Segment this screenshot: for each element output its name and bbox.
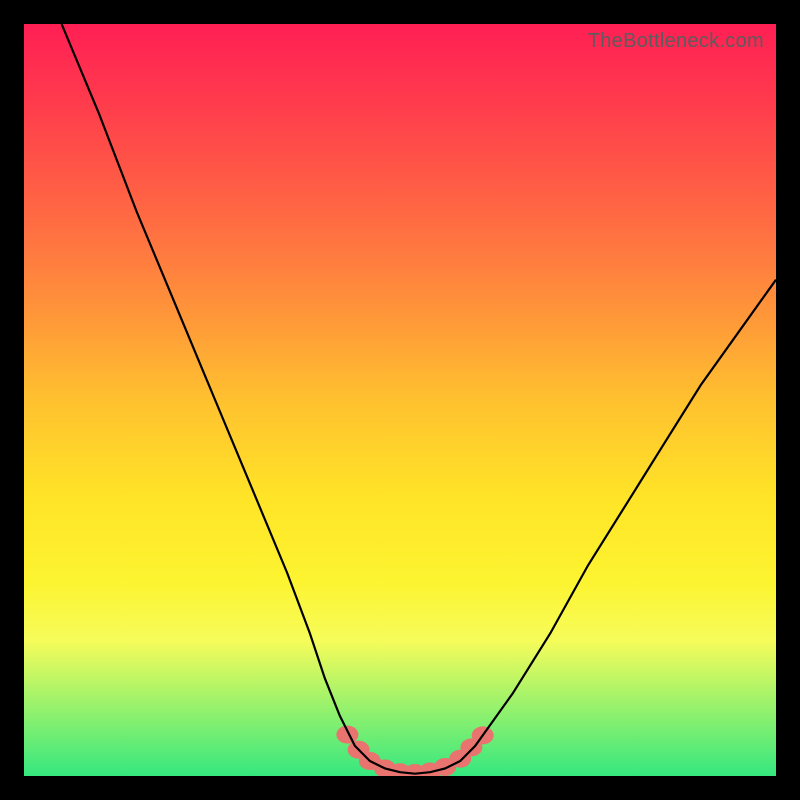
curve-marker	[336, 726, 358, 744]
watermark-label: TheBottleneck.com	[588, 30, 764, 53]
curve-svg	[24, 24, 776, 776]
plot-area: TheBottleneck.com	[24, 24, 776, 776]
bottleneck-curve	[62, 24, 776, 774]
chart-frame: TheBottleneck.com	[0, 0, 800, 800]
